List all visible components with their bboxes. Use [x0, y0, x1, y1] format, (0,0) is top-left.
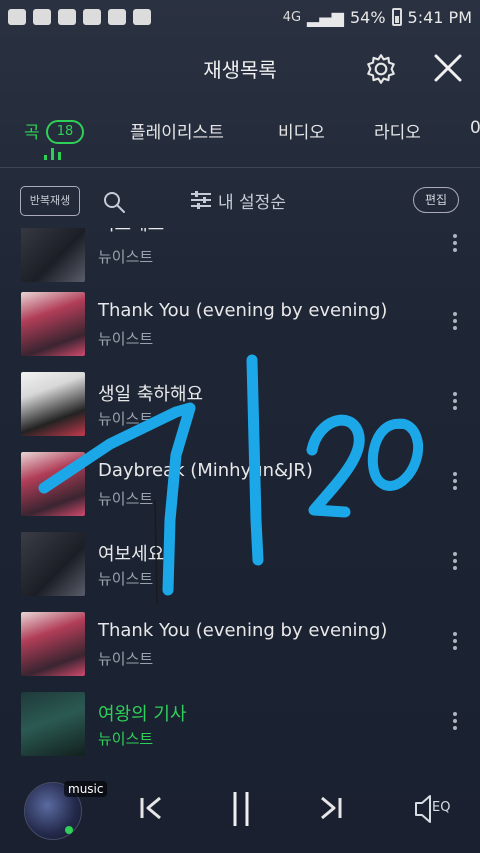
sort-order-label[interactable]: 내 설정순: [218, 188, 286, 213]
notification-icon: [8, 9, 26, 25]
list-item[interactable]: 생일 축하해요 뉴이스트: [0, 368, 480, 440]
more-options-icon[interactable]: [452, 712, 458, 730]
tabs-divider: [0, 167, 480, 168]
more-options-icon[interactable]: [452, 392, 458, 410]
album-art: [21, 612, 85, 676]
more-options-icon[interactable]: [452, 552, 458, 570]
previous-icon[interactable]: [138, 794, 166, 822]
album-art: [21, 532, 85, 596]
next-icon[interactable]: [316, 794, 344, 822]
more-options-icon[interactable]: [452, 632, 458, 650]
header: 재생목록: [0, 34, 480, 100]
list-item[interactable]: 여보세요 뉴이스트: [0, 228, 480, 286]
album-art: [21, 692, 85, 756]
flipboard-icon: [83, 9, 101, 25]
song-title: 여보세요: [98, 228, 164, 236]
song-artist: 뉴이스트: [98, 570, 154, 588]
list-item[interactable]: Thank You (evening by evening) 뉴이스트: [0, 288, 480, 360]
close-icon[interactable]: [430, 50, 466, 86]
list-item-now-playing[interactable]: 여왕의 기사 뉴이스트: [0, 688, 480, 760]
youtube-icon: [33, 9, 51, 25]
more-options-icon[interactable]: [452, 312, 458, 330]
song-title: Thank You (evening by evening): [98, 620, 388, 641]
song-title: 생일 축하해요: [98, 384, 204, 405]
song-title: 여보세요: [98, 544, 165, 565]
source-tag: music: [64, 781, 108, 797]
song-title: Daybreak (Minhyun&JR): [98, 460, 313, 481]
song-artist: 뉴이스트: [98, 410, 154, 428]
tab-video[interactable]: 비디오: [278, 118, 325, 143]
twitter-icon: [108, 9, 126, 25]
battery-percent: 54%: [349, 7, 386, 27]
repeat-button[interactable]: 반복재생: [20, 186, 80, 216]
more-options-icon[interactable]: [452, 472, 458, 490]
song-artist: 뉴이스트: [98, 650, 154, 668]
tab-radio[interactable]: 라디오: [374, 118, 421, 143]
search-icon[interactable]: [102, 190, 126, 214]
pause-icon[interactable]: [229, 790, 253, 828]
tab-playlist[interactable]: 플레이리스트: [130, 118, 224, 143]
gallery-icon: [58, 9, 76, 25]
song-artist: 뉴이스트: [98, 490, 154, 508]
gear-icon[interactable]: [364, 52, 398, 86]
list-item[interactable]: 여보세요 뉴이스트: [0, 528, 480, 600]
song-title: Thank You (evening by evening): [98, 300, 388, 321]
song-artist: 뉴이스트: [98, 730, 154, 748]
clock: 5:41 PM: [407, 7, 472, 27]
tab-overflow[interactable]: 0: [470, 118, 480, 138]
album-art: [21, 372, 85, 436]
network-type: 4G: [282, 9, 302, 25]
status-bar: 4G ▂▄▆ 54% 5:41 PM: [0, 0, 480, 34]
more-options-icon[interactable]: [452, 234, 458, 252]
equalizer-icon: [44, 148, 61, 160]
list-item[interactable]: Thank You (evening by evening) 뉴이스트: [0, 608, 480, 680]
edit-button[interactable]: 편집: [413, 187, 459, 213]
sort-filter-icon[interactable]: [190, 190, 212, 210]
album-art: [21, 452, 85, 516]
list-item[interactable]: Daybreak (Minhyun&JR) 뉴이스트: [0, 448, 480, 520]
song-list: 여보세요 뉴이스트 Thank You (evening by evening)…: [0, 228, 480, 768]
song-title: 여왕의 기사: [98, 704, 187, 725]
album-art: [21, 292, 85, 356]
tab-songs[interactable]: 곡: [24, 118, 40, 143]
playing-indicator: [65, 826, 73, 834]
song-artist: 뉴이스트: [98, 330, 154, 348]
page-title: 재생목록: [203, 58, 277, 82]
song-artist: 뉴이스트: [98, 248, 154, 266]
eq-label: EQ: [432, 800, 451, 815]
song-count-badge: 18: [46, 120, 84, 144]
battery-icon: [391, 8, 402, 26]
app-icon: [133, 9, 151, 25]
album-art: [21, 228, 85, 282]
signal-icon: ▂▄▆: [307, 7, 344, 27]
